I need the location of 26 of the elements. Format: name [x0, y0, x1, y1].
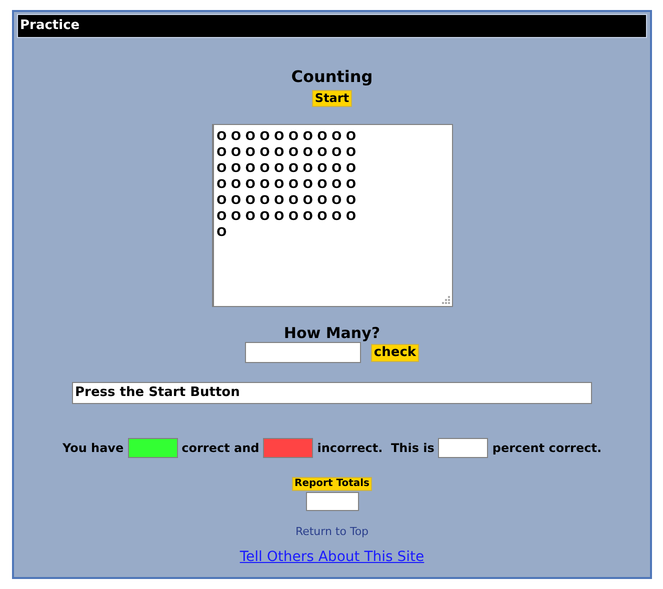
- score-field[interactable]: [263, 438, 314, 458]
- title-bar: Practice: [17, 14, 647, 38]
- dots-row: O O O O O O O O O O: [216, 160, 356, 176]
- check-button[interactable]: check: [370, 344, 420, 362]
- answer-field[interactable]: [244, 342, 361, 363]
- dots-row: O: [216, 224, 227, 240]
- heading: Counting: [291, 67, 373, 87]
- dots-textarea[interactable]: O O O O O O O O O O O O O O O O O O O O O O O O O O O O O O O O O O O O O O O O O O O O O O O O O O O O O O O O O O O O O: [212, 124, 452, 307]
- message-field[interactable]: Press the Start Button: [72, 382, 592, 404]
- score-text: percent correct.: [492, 440, 602, 457]
- question-label: How Many?: [284, 324, 380, 342]
- score-text: incorrect. This is: [317, 440, 434, 457]
- score-field[interactable]: [438, 438, 488, 458]
- dots-row: O O O O O O O O O O: [216, 192, 356, 208]
- start-button[interactable]: Start: [312, 90, 352, 107]
- totals-field[interactable]: [306, 492, 358, 511]
- return-to-top-link[interactable]: Return to Top: [295, 525, 369, 539]
- score-field[interactable]: [128, 438, 178, 458]
- score-text: correct and: [182, 440, 260, 457]
- dots-row: O O O O O O O O O O: [216, 176, 356, 192]
- dots-row: O O O O O O O O O O: [216, 208, 356, 224]
- dots-row: O O O O O O O O O O: [216, 128, 356, 144]
- dots-row: O O O O O O O O O O: [216, 144, 356, 160]
- report-totals-button[interactable]: Report Totals: [292, 477, 372, 491]
- score-text: You have: [62, 440, 124, 457]
- resize-grip-icon: [442, 296, 450, 304]
